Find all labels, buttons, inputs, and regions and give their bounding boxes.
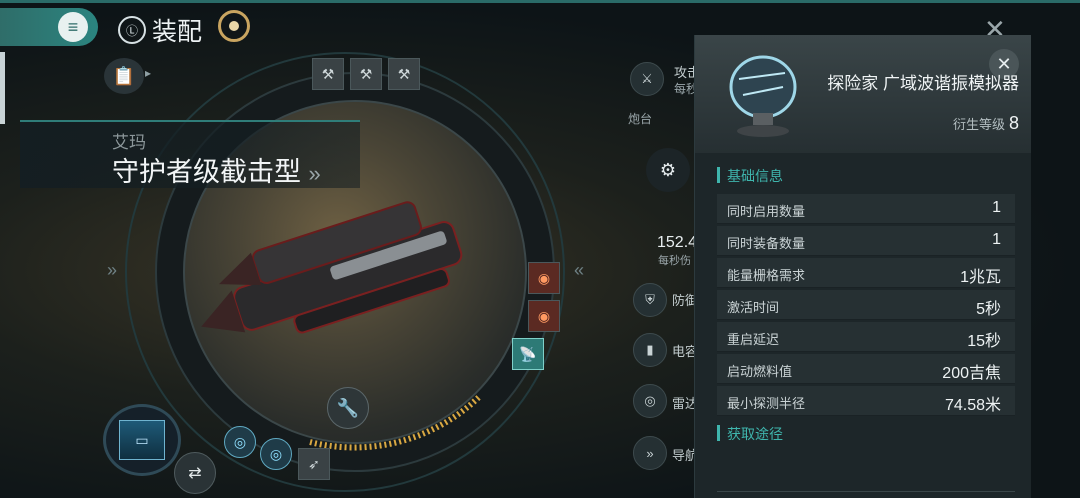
ship-name: 守护者级截击型 » (112, 150, 321, 189)
divider (717, 491, 1015, 492)
fitting-list-icon[interactable]: 📋 (104, 58, 144, 94)
attribute-key: 启动燃料值 (727, 364, 793, 379)
module-info-panel: ✕ 探险家 广域波谐振模拟器 衍生等级 8 基础信息 同时启用数量 1 同时装备数… (694, 35, 1031, 498)
drone-icon: ▭ (119, 420, 165, 460)
page-title: 装配 (152, 18, 203, 46)
chevron-left-icon[interactable]: » (107, 260, 117, 281)
dps-label: 每秒伤 (658, 255, 691, 267)
basic-info-title: 基础信息 (727, 168, 783, 184)
attribute-row: 最小探测半径 74.58米 (717, 386, 1015, 416)
chevron-right-icon[interactable]: « (574, 260, 584, 281)
side-indicator (0, 52, 5, 124)
high-slot-2[interactable]: ⚒ (350, 58, 382, 90)
attribute-value: 15秒 (967, 333, 1001, 350)
rig-slot-2[interactable]: ◎ (260, 438, 292, 470)
attack-icon: ⚔ (630, 62, 664, 96)
drone-bay-button[interactable]: ▭ (103, 404, 181, 476)
attribute-key: 同时装备数量 (727, 236, 806, 251)
section-marker (717, 167, 720, 183)
swap-icon[interactable]: ⇄ (174, 452, 216, 494)
ship-name-text: 守护者级截击型 (112, 157, 301, 187)
mid-slot-1[interactable]: ◉ (528, 262, 560, 294)
meta-level-label: 衍生等级 (952, 117, 1005, 132)
module-name: 探险家 广域波谐振模拟器 (827, 74, 1019, 93)
section-marker (717, 425, 720, 441)
ship-name-panel[interactable]: 艾玛 守护者级截击型 » (20, 120, 360, 188)
top-accent-line (0, 0, 1080, 3)
attribute-value: 5秒 (976, 301, 1001, 318)
attribute-key: 重启延迟 (727, 332, 780, 347)
wrench-icon[interactable]: 🔧 (327, 387, 369, 429)
rig-slot-1[interactable]: ◎ (224, 426, 256, 458)
mid-slot-2[interactable]: ◉ (528, 300, 560, 332)
meta-level: 衍生等级 8 (953, 113, 1019, 134)
source-title: 获取途径 (727, 426, 783, 442)
mid-slot-3-selected[interactable]: 📡 (512, 338, 544, 370)
attribute-key: 激活时间 (727, 300, 780, 315)
turret-icon: ⚙ (646, 148, 690, 192)
attribute-row: 同时装备数量 1 (717, 226, 1015, 256)
attribute-row: 能量栅格需求 1兆瓦 (717, 258, 1015, 288)
attribute-value: 1兆瓦 (960, 269, 1001, 286)
rig-slot-3[interactable]: ➶ (298, 448, 330, 480)
high-slot-1[interactable]: ⚒ (312, 58, 344, 90)
attribute-row: 同时启用数量 1 (717, 194, 1015, 224)
menu-icon: ≡ (58, 12, 88, 42)
meta-level-value: 8 (1008, 113, 1019, 133)
menu-button[interactable]: ≡ (0, 8, 98, 46)
radar-icon: ◎ (633, 384, 667, 418)
attribute-value: 74.58米 (944, 397, 1001, 414)
attribute-value: 1 (992, 199, 1001, 216)
attribute-row: 启动燃料值 200吉焦 (717, 354, 1015, 384)
fitting-icon: Ⓛ (118, 16, 146, 44)
high-slot-3[interactable]: ⚒ (388, 58, 420, 90)
attribute-value: 1 (992, 231, 1001, 248)
page-header: Ⓛ 装配 (118, 12, 202, 48)
navigation-icon: » (633, 436, 667, 470)
module-icon (729, 55, 797, 137)
capacitor-icon: ▮ (633, 333, 667, 367)
target-icon[interactable] (218, 10, 250, 42)
turret-label: 炮台 (628, 112, 653, 126)
attribute-key: 同时启用数量 (727, 204, 806, 219)
dps-value: 152.4 (657, 234, 698, 251)
attribute-row: 重启延迟 15秒 (717, 322, 1015, 352)
attribute-value: 200吉焦 (942, 365, 1001, 382)
attribute-key: 能量栅格需求 (727, 268, 806, 283)
attribute-key: 最小探测半径 (727, 396, 806, 411)
ship-name-chevron: » (308, 161, 321, 186)
shield-icon: ⛨ (633, 283, 667, 317)
attribute-row: 激活时间 5秒 (717, 290, 1015, 320)
chevron-right-icon: ▸ (145, 66, 152, 80)
